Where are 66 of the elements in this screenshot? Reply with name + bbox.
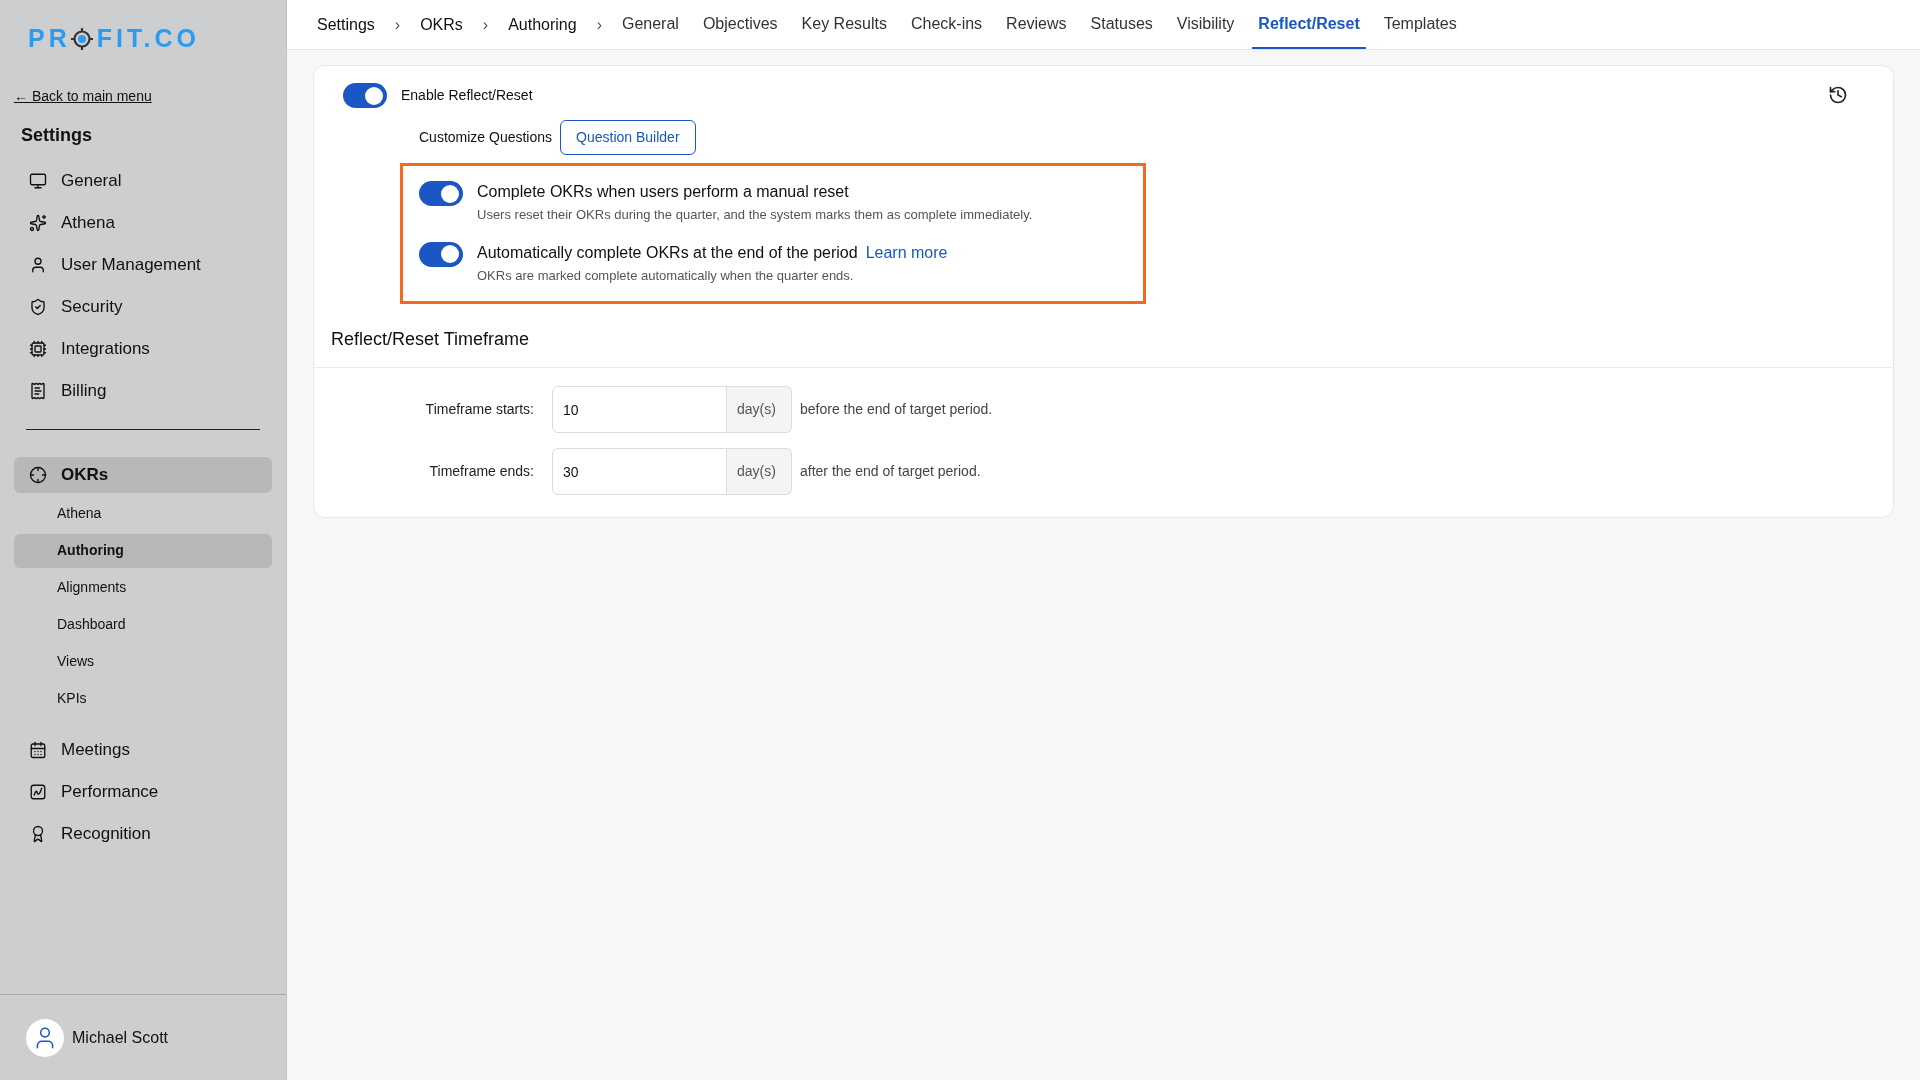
unit-label: day(s)	[727, 448, 792, 495]
sidebar-subitem[interactable]: KPIs	[14, 681, 272, 716]
sidebar-subitem[interactable]: Authoring	[14, 533, 272, 568]
option-description: Users reset their OKRs during the quarter, and the system marks them as complete immediately.	[477, 206, 1033, 224]
sidebar-item[interactable]: General	[14, 162, 272, 199]
field-hint: before the end of target period.	[800, 400, 993, 419]
sidebar-subitem[interactable]: Alignments	[14, 570, 272, 605]
history-icon[interactable]	[1828, 85, 1848, 105]
avatar[interactable]	[26, 1018, 64, 1057]
receipt-icon	[29, 381, 47, 400]
option-title: Automatically complete OKRs at the end of the period	[477, 242, 858, 263]
field-label: Timeframe starts:	[425, 400, 534, 419]
toggle-switch[interactable]	[419, 181, 463, 206]
tab[interactable]: Key Results	[795, 0, 893, 49]
sidebar-item[interactable]: Integrations	[14, 330, 272, 367]
question-builder-button[interactable]: Question Builder	[560, 120, 696, 155]
chip-icon	[29, 339, 47, 358]
target-icon	[70, 27, 93, 50]
sidebar-item[interactable]: Recognition	[14, 815, 272, 852]
toggle-switch[interactable]	[419, 241, 463, 267]
sidebar-title: Settings	[21, 123, 92, 147]
user-icon	[29, 255, 47, 274]
tab[interactable]: Templates	[1377, 0, 1463, 49]
crosshair-icon	[29, 465, 47, 484]
monitor-icon	[29, 171, 47, 190]
tab[interactable]: Reflect/Reset	[1252, 0, 1366, 49]
sidebar-subitem[interactable]: Athena	[14, 496, 272, 531]
sparkles-icon	[29, 213, 47, 232]
tab[interactable]: Objectives	[696, 0, 784, 49]
toggle-switch[interactable]	[343, 83, 387, 108]
sidebar-item[interactable]: Billing	[14, 372, 272, 409]
breadcrumb-link[interactable]: Settings	[317, 12, 375, 37]
sidebar-subitem[interactable]: Views	[14, 644, 272, 679]
sidebar-item[interactable]: Athena	[14, 204, 272, 241]
toggle-label: Enable Reflect/Reset	[401, 86, 533, 105]
sidebar-item[interactable]: User Management	[14, 246, 272, 283]
field-label: Timeframe ends:	[429, 462, 534, 481]
sidebar-item[interactable]: Performance	[14, 773, 272, 810]
sidebar-subitem[interactable]: Dashboard	[14, 607, 272, 642]
breadcrumb-separator: ›	[596, 14, 602, 35]
tab[interactable]: Check-ins	[904, 0, 989, 49]
unit-label: day(s)	[727, 386, 792, 433]
breadcrumb-link[interactable]: OKRs	[420, 12, 463, 37]
field-label: Customize Questions	[419, 128, 553, 147]
breadcrumb-link[interactable]: Authoring	[508, 12, 577, 37]
option-title: Complete OKRs when users perform a manual reset	[477, 182, 849, 202]
breadcrumb-separator: ›	[482, 14, 489, 35]
sidebar-item[interactable]: OKRs	[14, 456, 272, 493]
tab[interactable]: Visibility	[1170, 0, 1241, 49]
learn-more-link[interactable]: Learn more	[865, 240, 948, 265]
option-description: OKRs are marked complete automatically when the quarter ends.	[477, 266, 855, 285]
sidebar-item[interactable]: Security	[14, 288, 272, 325]
shield-icon	[29, 297, 47, 316]
days-input[interactable]: 30	[552, 448, 727, 495]
field-hint: after the end of target period.	[800, 462, 981, 481]
user-name: Michael Scott	[72, 1027, 169, 1048]
section-heading: Reflect/Reset Timeframe	[331, 328, 530, 351]
days-input[interactable]: 10	[552, 386, 727, 433]
line-chart-icon	[29, 782, 47, 801]
calendar-icon	[29, 740, 47, 759]
tab[interactable]: Statuses	[1084, 0, 1159, 49]
back-link[interactable]: ← Back to main menu	[14, 87, 152, 104]
breadcrumb-separator: ›	[394, 14, 401, 35]
tab[interactable]: Reviews	[1000, 0, 1073, 49]
sidebar-item[interactable]: Meetings	[14, 731, 272, 768]
tab[interactable]: General	[615, 0, 685, 49]
